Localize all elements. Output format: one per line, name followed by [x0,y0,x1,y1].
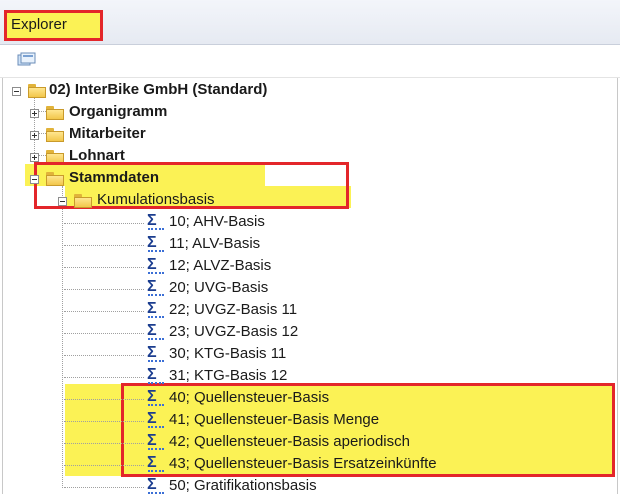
expand-icon[interactable] [30,131,39,140]
sigma-icon: Σ [147,279,165,299]
tree-item[interactable]: Σ 20; UVG-Basis [3,278,603,300]
tree-node-label: Organigramm [69,103,168,120]
sigma-icon: Σ [147,235,165,255]
tree-item-label: 41; Quellensteuer-Basis Menge [169,411,380,428]
folder-icon [28,84,46,98]
tree-node-root[interactable]: 02) InterBike GmbH (Standard) [3,80,603,102]
explorer-tab[interactable]: Explorer [4,10,103,41]
tree-item-label: 40; Quellensteuer-Basis [169,389,330,406]
tree-item[interactable]: Σ 10; AHV-Basis [3,212,603,234]
tree-item[interactable]: Σ 22; UVGZ-Basis 11 [3,300,603,322]
tree-item[interactable]: Σ 50; Gratifikationsbasis [3,476,603,498]
folder-icon [46,172,64,186]
sigma-icon: Σ [147,455,165,475]
sigma-icon: Σ [147,257,165,277]
tree-item-label: 20; UVG-Basis [169,279,269,296]
tree-item[interactable]: Σ 31; KTG-Basis 12 [3,366,603,388]
sigma-icon: Σ [147,411,165,431]
tree-item[interactable]: Σ 12; ALVZ-Basis [3,256,603,278]
tree-item-label: 50; Gratifikationsbasis [169,477,317,494]
sigma-icon: Σ [147,301,165,321]
tree-item-label: 23; UVGZ-Basis 12 [169,323,299,340]
folder-icon [46,128,64,142]
tree-item-label: 12; ALVZ-Basis [169,257,272,274]
sigma-icon: Σ [147,433,165,453]
explorer-toolbar [0,45,620,78]
tree-node-label: Kumulationsbasis [97,191,215,208]
sigma-icon: Σ [147,477,165,497]
tree-node-mitarbeiter[interactable]: Mitarbeiter [3,124,603,146]
tree-item-label: 31; KTG-Basis 12 [169,367,288,384]
collapse-icon[interactable] [58,197,67,206]
tree-item[interactable]: Σ 41; Quellensteuer-Basis Menge [3,410,603,432]
tree-item[interactable]: Σ 40; Quellensteuer-Basis [3,388,603,410]
tree-item[interactable]: Σ 42; Quellensteuer-Basis aperiodisch [3,432,603,454]
tree-item[interactable]: Σ 11; ALV-Basis [3,234,603,256]
tree-item-label: 22; UVGZ-Basis 11 [169,301,298,318]
expand-icon[interactable] [30,109,39,118]
collapse-icon[interactable] [12,87,21,96]
tree-node-label: 02) InterBike GmbH (Standard) [49,81,268,98]
tree-item-label: 42; Quellensteuer-Basis aperiodisch [169,433,410,450]
tree-view-icon[interactable] [17,52,39,68]
tree-panel: 02) InterBike GmbH (Standard) Organigram… [2,78,618,494]
tree-node-organigramm[interactable]: Organigramm [3,102,603,124]
folder-icon [74,194,92,208]
tree-item[interactable]: Σ 30; KTG-Basis 11 [3,344,603,366]
folder-icon [46,106,64,120]
tree-item-label: 10; AHV-Basis [169,213,265,230]
tree-item-label: 43; Quellensteuer-Basis Ersatzeinkünfte [169,455,437,472]
tree-node-label: Stammdaten [69,169,160,186]
expand-icon[interactable] [30,153,39,162]
sigma-icon: Σ [147,323,165,343]
tree-item[interactable]: Σ 43; Quellensteuer-Basis Ersatzeinkünfte [3,454,603,476]
sigma-icon: Σ [147,213,165,233]
tree-item-label: 11; ALV-Basis [169,235,261,252]
sigma-icon: Σ [147,345,165,365]
explorer-title-bar: Explorer [0,0,620,45]
tree-item[interactable]: Σ 23; UVGZ-Basis 12 [3,322,603,344]
tree-node-kumulationsbasis[interactable]: Kumulationsbasis [3,190,603,212]
sigma-icon: Σ [147,367,165,387]
tree-item-label: 30; KTG-Basis 11 [169,345,287,362]
sigma-icon: Σ [147,389,165,409]
tree-node-stammdaten[interactable]: Stammdaten [3,168,603,190]
collapse-icon[interactable] [30,175,39,184]
tree-node-label: Mitarbeiter [69,125,146,142]
